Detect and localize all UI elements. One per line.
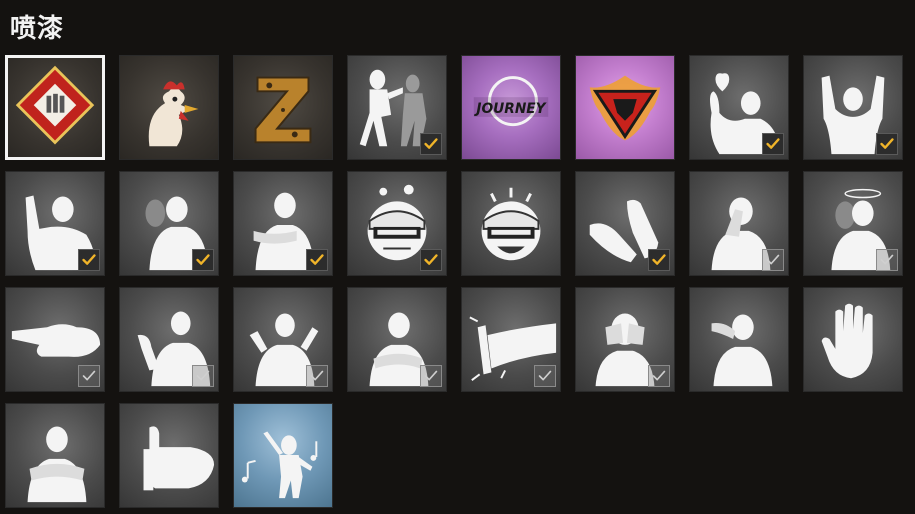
- spray-tile[interactable]: [233, 55, 333, 160]
- spray-tile[interactable]: [5, 171, 105, 276]
- equipped-check-icon[interactable]: [306, 249, 328, 271]
- spray-tile[interactable]: [347, 55, 447, 160]
- spray-tile[interactable]: [119, 403, 219, 508]
- spray-tile[interactable]: [119, 55, 219, 160]
- spray-tile[interactable]: [689, 55, 789, 160]
- spray-tile[interactable]: [347, 287, 447, 392]
- unequipped-check-icon[interactable]: [876, 249, 898, 271]
- spray-tile[interactable]: [803, 287, 903, 392]
- spray-tile[interactable]: [233, 403, 333, 508]
- spray-tile[interactable]: [689, 171, 789, 276]
- unequipped-check-icon[interactable]: [420, 365, 442, 387]
- spray-tile[interactable]: [803, 55, 903, 160]
- spray-tile[interactable]: [233, 171, 333, 276]
- spray-tile[interactable]: [461, 171, 561, 276]
- equipped-check-icon[interactable]: [420, 249, 442, 271]
- unequipped-check-icon[interactable]: [192, 365, 214, 387]
- spray-tile[interactable]: [119, 171, 219, 276]
- journey-text: JOURNEY: [473, 101, 547, 117]
- unequipped-check-icon[interactable]: [534, 365, 556, 387]
- equipped-check-icon[interactable]: [192, 249, 214, 271]
- equipped-check-icon[interactable]: [762, 133, 784, 155]
- spray-tile[interactable]: [5, 403, 105, 508]
- unequipped-check-icon[interactable]: [762, 249, 784, 271]
- spray-tile[interactable]: JOURNEY: [461, 55, 561, 160]
- page-title: 喷漆: [10, 14, 65, 44]
- spray-tile[interactable]: [347, 171, 447, 276]
- unequipped-check-icon[interactable]: [648, 365, 670, 387]
- equipped-check-icon[interactable]: [78, 249, 100, 271]
- spray-tile[interactable]: [461, 287, 561, 392]
- equipped-check-icon[interactable]: [648, 249, 670, 271]
- unequipped-check-icon[interactable]: [306, 365, 328, 387]
- spray-tile[interactable]: [5, 287, 105, 392]
- spray-tile[interactable]: [575, 55, 675, 160]
- spray-tile[interactable]: [233, 287, 333, 392]
- unequipped-check-icon[interactable]: [78, 365, 100, 387]
- spray-tile[interactable]: [575, 287, 675, 392]
- spray-tile[interactable]: [689, 287, 789, 392]
- spray-tile[interactable]: [119, 287, 219, 392]
- spray-grid: JOURNEY: [5, 55, 903, 508]
- spray-tile[interactable]: [575, 171, 675, 276]
- equipped-check-icon[interactable]: [420, 133, 442, 155]
- equipped-check-icon[interactable]: [876, 133, 898, 155]
- spray-tile[interactable]: [803, 171, 903, 276]
- spray-tile[interactable]: [5, 55, 105, 160]
